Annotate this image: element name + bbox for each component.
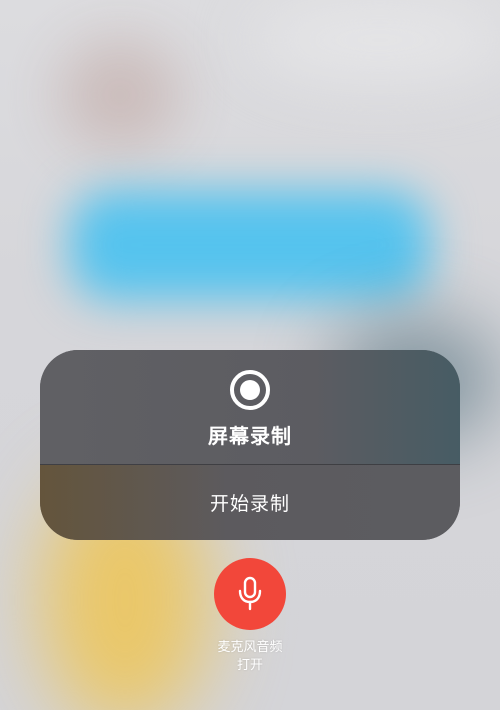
microphone-toggle-button[interactable] [214,558,286,630]
background-blur-shape [60,40,180,150]
background-blur-shape [70,190,430,300]
record-icon [230,370,270,410]
microphone-label: 麦克风音频 [217,640,283,655]
panel-title: 屏幕录制 [208,424,292,448]
microphone-status: 打开 [236,658,263,673]
start-recording-button[interactable]: 开始录制 [40,465,460,540]
microphone-icon [238,576,262,611]
background-blur-shape [250,0,500,80]
record-dot [240,380,260,400]
start-recording-label: 开始录制 [209,493,290,515]
